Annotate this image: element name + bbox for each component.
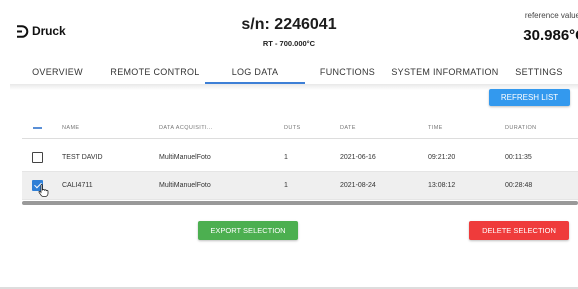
serial-number: s/n: 2246041 (241, 16, 337, 33)
cell-duts: 1 (284, 154, 288, 161)
cell-time: 09:21:20 (428, 154, 456, 161)
row-checkbox[interactable] (32, 152, 43, 163)
cell-data-acquisition: MultiManuelFoto (159, 182, 211, 189)
cell-date: 2021-06-16 (340, 154, 376, 161)
tab-remote-control[interactable]: REMOTE CONTROL (105, 60, 205, 84)
table-scrollbar[interactable] (22, 201, 578, 205)
column-date[interactable]: DATE (340, 125, 356, 131)
select-all-indicator[interactable] (33, 127, 42, 129)
tab-settings[interactable]: SETTINGS (500, 60, 578, 84)
cell-duration: 00:11:35 (505, 154, 532, 161)
table-row[interactable]: TEST DAVID MultiManuelFoto 1 2021-06-16 … (22, 144, 578, 172)
cell-date: 2021-08-24 (340, 182, 376, 189)
tab-log-data[interactable]: LOG DATA (205, 60, 305, 84)
rt-value: RT - 700.000°C (262, 39, 316, 48)
column-name[interactable]: NAME (62, 125, 80, 131)
reference-label: reference value (524, 11, 578, 20)
cell-name: CALI4711 (62, 182, 93, 189)
main-tabs: OVERVIEW REMOTE CONTROL LOG DATA FUNCTIO… (10, 60, 578, 84)
reference-value: 30.986°C (523, 27, 578, 44)
column-time[interactable]: TIME (428, 125, 443, 131)
tab-overview[interactable]: OVERVIEW (10, 60, 105, 84)
table-row[interactable]: CALI4711 MultiManuelFoto 1 2021-08-24 13… (22, 172, 578, 200)
cell-data-acquisition: MultiManuelFoto (159, 154, 211, 161)
export-selection-button[interactable]: EXPORT SELECTION (198, 221, 298, 240)
column-data-acquisition[interactable]: DATA ACQUISITI... (159, 125, 213, 131)
app-header: Druck s/n: 2246041 RT - 700.000°C refere… (0, 0, 578, 56)
tab-system-information[interactable]: SYSTEM INFORMATION (390, 60, 500, 84)
cell-time: 13:08:12 (428, 182, 456, 189)
log-data-panel: REFRESH LIST NAME DATA ACQUISITI... DUTS… (10, 85, 578, 289)
refresh-list-button[interactable]: REFRESH LIST (489, 89, 570, 106)
hand-cursor-icon (38, 184, 49, 197)
delete-selection-button[interactable]: DELETE SELECTION (469, 221, 569, 240)
column-duration[interactable]: DURATION (505, 125, 537, 131)
cell-duration: 00:28:48 (505, 182, 533, 189)
tab-functions[interactable]: FUNCTIONS (305, 60, 390, 84)
cell-duts: 1 (284, 182, 288, 189)
cell-name: TEST DAVID (62, 154, 103, 161)
table-header: NAME DATA ACQUISITI... DUTS DATE TIME DU… (22, 119, 578, 139)
column-duts[interactable]: DUTS (284, 125, 301, 131)
